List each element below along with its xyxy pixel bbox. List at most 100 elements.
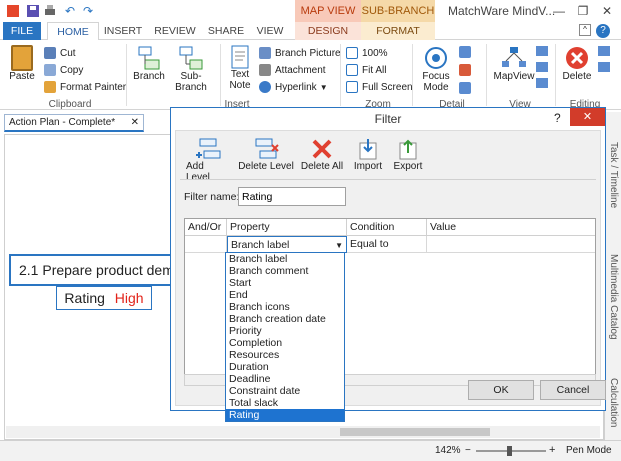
property-dropdown-list: Branch label Branch comment Start End Branch… [225,252,345,422]
tab-file[interactable]: FILE [3,22,41,40]
sub-branch-button[interactable]: Sub-Branch [166,45,216,93]
tab-format[interactable]: FORMAT [361,22,435,40]
dropdown-option[interactable]: Completion [226,337,344,349]
hyperlink-label: Hyperlink [275,81,317,93]
dropdown-option[interactable]: Constraint date [226,385,344,397]
tab-share[interactable]: SHARE [204,22,248,40]
dropdown-option[interactable]: Duration [226,361,344,373]
sub-branch-label: Sub-Branch [175,71,207,93]
delete-all-button[interactable]: Delete All [300,137,344,172]
save-icon[interactable] [25,3,41,19]
dialog-help-icon[interactable]: ? [554,111,561,125]
cut-button[interactable]: Cut [44,45,76,61]
pen-mode-label[interactable]: Pen Mode [566,445,612,456]
hyperlink-button[interactable]: Hyperlink ▼ [259,79,328,95]
value-cell[interactable] [427,236,595,253]
side-tab-multimedia-catalog[interactable]: Multimedia Catalog [608,254,619,340]
dropdown-option[interactable]: Branch creation date [226,313,344,325]
close-tab-icon[interactable]: ✕ [131,115,139,131]
side-tab-calculation[interactable]: Calculation [608,378,619,427]
document-tab-title: Action Plan - Complete* [9,117,116,128]
ribbon-collapse-icon[interactable]: ^ [579,24,591,36]
dropdown-option[interactable]: Total slack [226,397,344,409]
dropdown-option[interactable]: Rating [226,409,344,421]
delete-button[interactable]: Delete [560,45,594,82]
dropdown-option[interactable]: Start [226,277,344,289]
detail-icon[interactable] [459,64,471,76]
close-button[interactable]: ✕ [596,3,618,19]
zoom-out-icon[interactable]: − [465,445,471,456]
scissors-icon [44,47,56,59]
attachment-label: Attachment [275,64,326,76]
delete-label: Delete [562,71,592,82]
mapview-button[interactable]: MapView [491,45,537,82]
rating-label: Rating [64,290,105,306]
divider [220,44,221,106]
globe-icon [259,81,271,93]
branch-node[interactable]: 2.1 Prepare product dem [9,254,175,286]
export-button[interactable]: Export [390,137,426,172]
dropdown-option[interactable]: Deadline [226,373,344,385]
dropdown-option[interactable]: Priority [226,325,344,337]
property-value: Branch label [231,239,290,251]
ok-button[interactable]: OK [468,380,534,400]
dropdown-option[interactable]: Branch label [226,253,344,265]
print-icon[interactable] [42,3,58,19]
horizontal-scrollbar[interactable] [6,426,600,438]
condition-cell[interactable]: Equal to [347,236,427,253]
delete-level-label: Delete Level [238,161,294,172]
tab-insert[interactable]: INSERT [101,22,145,40]
zoom-in-icon[interactable]: + [549,444,555,456]
dropdown-option[interactable]: Branch icons [226,301,344,313]
cancel-button[interactable]: Cancel [540,380,606,400]
export-icon [399,139,417,160]
side-tab-task-timeline[interactable]: Task / Timeline [608,142,619,208]
detail-icon[interactable] [459,82,471,94]
tab-home[interactable]: HOME [47,22,99,41]
full-screen-button[interactable]: Full Screen [346,79,413,95]
branch-button[interactable]: Branch [131,45,167,82]
fit-all-button[interactable]: Fit All [346,62,386,78]
restore-button[interactable]: ❐ [572,3,594,19]
redo-icon[interactable]: ↷ [80,3,96,19]
app-icon [5,3,21,19]
dropdown-option[interactable]: End [226,289,344,301]
view-icon[interactable] [536,78,548,88]
property-select[interactable]: Branch label ▼ [227,236,347,253]
andor-cell[interactable] [185,236,227,253]
title-bar: ↶ ↷ MAP VIEW SUB-BRANCH MatchWare MindV.… [0,0,621,22]
full-screen-label: Full Screen [362,81,413,93]
help-icon[interactable]: ? [596,24,610,38]
paste-button[interactable]: Paste [6,45,38,82]
undo-icon[interactable]: ↶ [62,3,78,19]
dropdown-option[interactable]: Branch comment [226,265,344,277]
filter-name-input[interactable] [238,187,346,206]
cut-label: Cut [60,47,76,59]
dropdown-option[interactable]: Resources [226,349,344,361]
import-button[interactable]: Import [350,137,386,172]
zoom-100-button[interactable]: 100% [346,45,388,61]
branch-picture-button[interactable]: Branch Picture [259,45,341,61]
view-icon[interactable] [536,46,548,56]
detail-icon[interactable] [459,46,471,58]
scrollbar-thumb[interactable] [340,428,490,436]
zoom-slider-thumb[interactable] [507,446,512,456]
tab-design[interactable]: DESIGN [295,22,361,40]
dialog-close-button[interactable]: ✕ [570,108,605,126]
view-icon[interactable] [536,62,548,72]
format-painter-button[interactable]: Format Painter [44,79,126,95]
copy-icon [44,64,56,76]
document-tab[interactable]: Action Plan - Complete* ✕ [4,114,144,132]
focus-mode-button[interactable]: Focus Mode [418,45,454,93]
branch-label: Branch [133,71,165,82]
copy-button[interactable]: Copy [44,62,83,78]
editing-icon[interactable] [598,46,610,56]
tab-review[interactable]: REVIEW [150,22,200,40]
attachment-button[interactable]: Attachment [259,62,326,78]
editing-icon[interactable] [598,62,610,72]
tab-view[interactable]: VIEW [250,22,290,40]
delete-level-button[interactable]: Delete Level [238,137,294,172]
minimize-button[interactable]: — [548,3,570,19]
add-level-button[interactable]: Add Level [186,137,230,183]
text-note-button[interactable]: Text Note [225,45,255,91]
